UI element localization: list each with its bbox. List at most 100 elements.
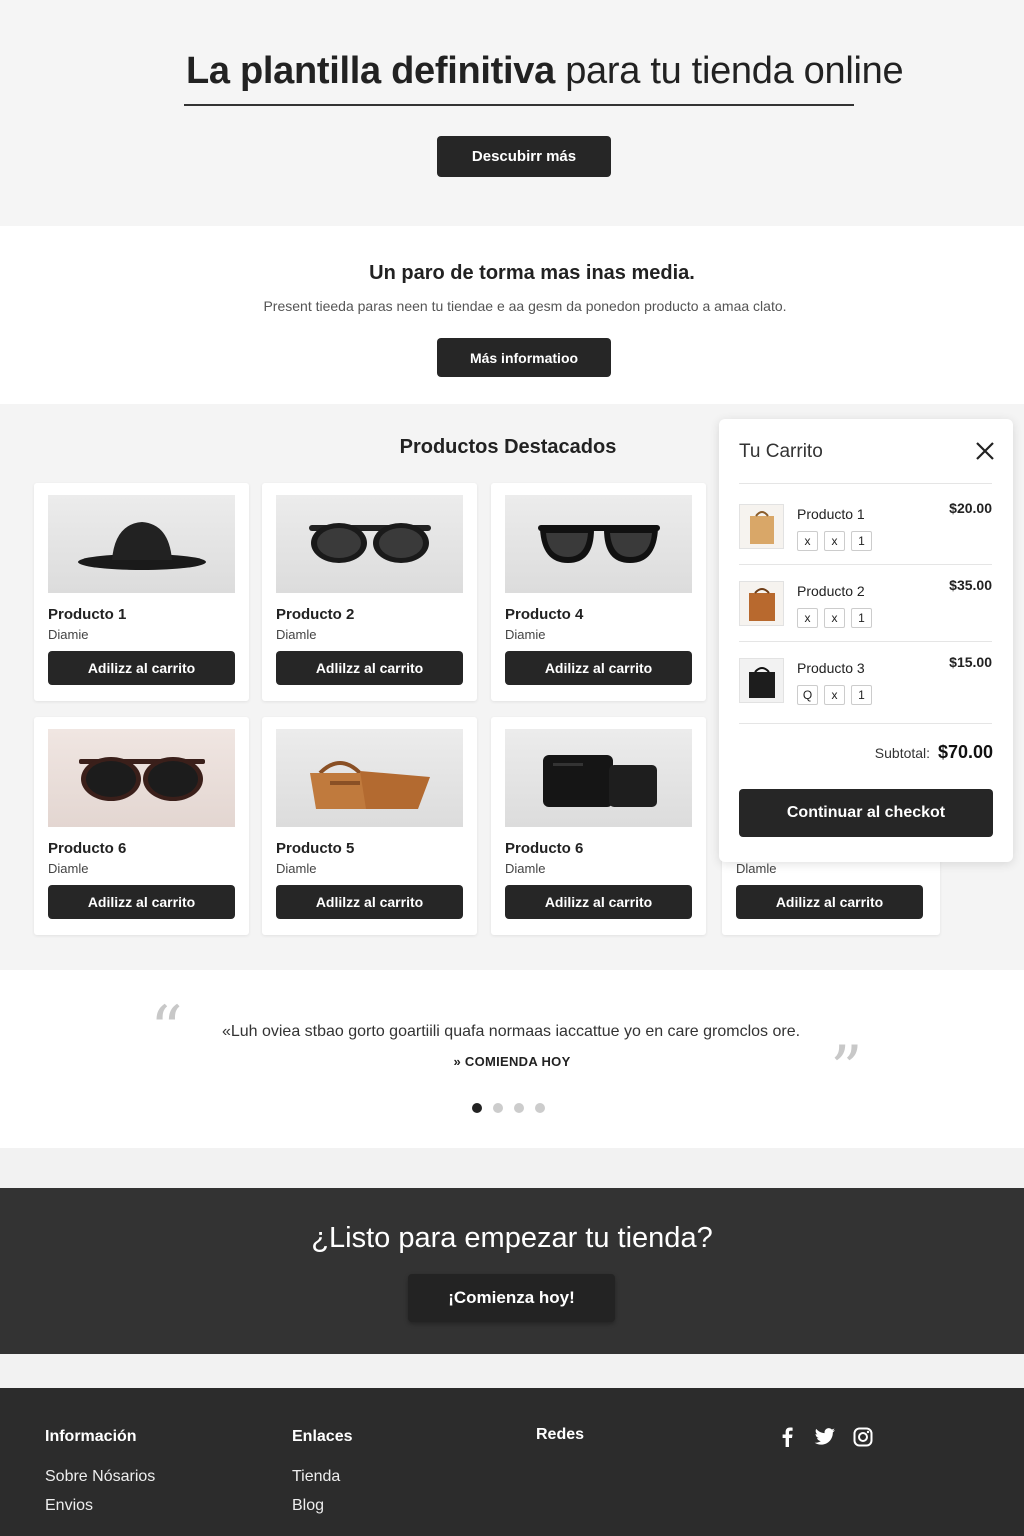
- close-icon[interactable]: [973, 439, 997, 463]
- cart-subtotal: Subtotal: $70.00: [875, 742, 993, 763]
- product-image[interactable]: [505, 729, 692, 827]
- bag-icon: [748, 587, 775, 621]
- testimonial-author: » COMIENDA HOY: [453, 1054, 571, 1069]
- product-name: Producto 6: [48, 840, 127, 857]
- product-name: Producto 2: [276, 606, 355, 623]
- remove-button[interactable]: Q: [797, 685, 818, 705]
- spacer: [0, 1354, 1024, 1388]
- wallet-icon: [542, 755, 657, 807]
- cart-item-name: Producto 3: [797, 660, 865, 676]
- cart-item: Producto 3 $15.00 Q x 1: [739, 654, 992, 728]
- add-to-cart-button[interactable]: Adlilzz al carrito: [276, 885, 463, 919]
- cart-item-price: $35.00: [949, 577, 992, 593]
- divider: [739, 723, 992, 724]
- cta-section: ¿Listo para empezar tu tienda? ¡Comienza…: [0, 1188, 1024, 1354]
- sunglasses-icon: [78, 757, 205, 801]
- twitter-icon[interactable]: [814, 1426, 836, 1448]
- add-to-cart-button[interactable]: Adlilzz al carrito: [276, 651, 463, 685]
- info-section: Un paro de torma mas inas media. Present…: [0, 226, 1024, 404]
- cart-item-image: [739, 658, 784, 703]
- footer-heading: Información: [45, 1428, 137, 1445]
- cart-title: Tu Carrito: [739, 441, 823, 462]
- product-card: Producto 1 Diamie Adilizz al carrito: [34, 483, 249, 701]
- product-name: Producto 1: [48, 606, 127, 623]
- cart-item-price: $15.00: [949, 654, 992, 670]
- footer: Información Sobre Nósarios Envios Enlace…: [0, 1388, 1024, 1536]
- testimonial-text: «Luh oviea stbao gorto goartiili quafa n…: [221, 1023, 801, 1040]
- close-quote-icon: ”: [830, 1033, 863, 1107]
- decrease-button[interactable]: x: [824, 531, 845, 551]
- carousel-dot[interactable]: [472, 1103, 482, 1113]
- product-image[interactable]: [505, 495, 692, 593]
- product-subtitle: Diamle: [505, 861, 546, 876]
- product-name: Producto 6: [505, 840, 584, 857]
- testimonial-section: “ ” «Luh oviea stbao gorto goartiili qua…: [0, 970, 1024, 1148]
- footer-link[interactable]: Sobre Nósarios: [45, 1468, 155, 1486]
- divider: [739, 564, 992, 565]
- hero-underline: [184, 104, 854, 106]
- product-image[interactable]: [276, 495, 463, 593]
- info-text: Present tieeda paras neen tu tiendae e a…: [263, 298, 787, 314]
- divider: [739, 641, 992, 642]
- add-to-cart-button[interactable]: Adilizz al carrito: [48, 885, 235, 919]
- bag-icon: [748, 666, 775, 698]
- product-image[interactable]: [48, 729, 235, 827]
- remove-button[interactable]: x: [797, 608, 818, 628]
- add-to-cart-button[interactable]: Adilizz al carrito: [505, 885, 692, 919]
- quantity-value[interactable]: 1: [851, 531, 872, 551]
- sunglasses-icon: [537, 525, 660, 563]
- product-image[interactable]: [276, 729, 463, 827]
- cart-item-name: Producto 1: [797, 506, 865, 522]
- bag-icon: [749, 510, 774, 544]
- subtotal-label: Subtotal:: [874, 745, 931, 761]
- footer-column-social: Redes: [536, 1426, 584, 1466]
- checkout-button[interactable]: Continuar al checkot: [739, 789, 993, 837]
- remove-button[interactable]: x: [797, 531, 818, 551]
- product-name: Producto 5: [276, 840, 355, 857]
- add-to-cart-button[interactable]: Adilizz al carrito: [736, 885, 923, 919]
- discover-button[interactable]: Descubirr más: [437, 136, 611, 177]
- carousel-dot[interactable]: [535, 1103, 545, 1113]
- product-image[interactable]: [48, 495, 235, 593]
- carousel-dot[interactable]: [514, 1103, 524, 1113]
- decrease-button[interactable]: x: [824, 608, 845, 628]
- handbag-icon: [309, 761, 430, 809]
- add-to-cart-button[interactable]: Adilizz al carrito: [48, 651, 235, 685]
- product-card: Producto 6 Diamle Adilizz al carrito: [34, 717, 249, 935]
- cta-title: ¿Listo para empezar tu tienda?: [311, 1222, 713, 1254]
- product-subtitle: Dlamle: [736, 861, 777, 876]
- footer-link[interactable]: Envios: [45, 1497, 155, 1515]
- product-card: Producto 4 Diamie Adilizz al carrito: [491, 483, 706, 701]
- carousel-dots: [472, 1103, 545, 1113]
- cart-item-image: [739, 504, 784, 549]
- cart-item-image: [739, 581, 784, 626]
- product-subtitle: Diamie: [48, 627, 89, 642]
- cart-item-price: $20.00: [949, 500, 992, 516]
- more-info-button[interactable]: Más informatioo: [437, 338, 611, 377]
- carousel-dot[interactable]: [493, 1103, 503, 1113]
- add-to-cart-button[interactable]: Adilizz al carrito: [505, 651, 692, 685]
- product-card: Producto 2 Diamle Adlilzz al carrito: [262, 483, 477, 701]
- instagram-icon[interactable]: [852, 1426, 874, 1448]
- footer-link[interactable]: Blog: [292, 1497, 352, 1515]
- divider: [739, 483, 992, 484]
- facebook-icon[interactable]: [776, 1426, 798, 1448]
- product-card: Producto 6 Diamle Adilizz al carrito: [491, 717, 706, 935]
- quantity-value[interactable]: 1: [851, 608, 872, 628]
- cart-item-name: Producto 2: [797, 583, 865, 599]
- hat-icon: [77, 522, 206, 570]
- hero-section: La plantilla definitiva para tu tienda o…: [0, 0, 1024, 226]
- footer-link[interactable]: Tienda: [292, 1468, 352, 1486]
- quantity-value[interactable]: 1: [851, 685, 872, 705]
- product-subtitle: Diamie: [505, 627, 546, 642]
- quantity-controls: x x 1: [797, 531, 872, 551]
- decrease-button[interactable]: x: [824, 685, 845, 705]
- start-today-button[interactable]: ¡Comienza hoy!: [408, 1274, 615, 1322]
- subtotal-value: $70.00: [937, 742, 993, 762]
- product-subtitle: Diamle: [276, 861, 317, 876]
- product-name: Producto 4: [505, 606, 584, 623]
- info-title: Un paro de torma mas inas media.: [369, 262, 695, 284]
- sunglasses-icon: [308, 523, 431, 563]
- spacer: [0, 1148, 1024, 1188]
- footer-heading: Redes: [536, 1426, 585, 1443]
